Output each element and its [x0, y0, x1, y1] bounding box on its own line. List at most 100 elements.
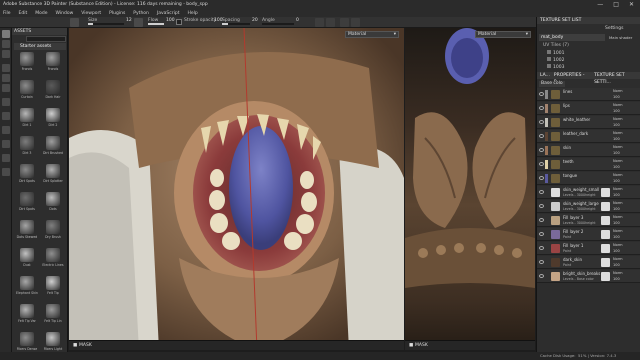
viewport-3d-mode-dropdown[interactable]: Material ▾	[345, 31, 399, 38]
menu-mode[interactable]: Mode	[35, 11, 47, 16]
layer-row[interactable]: teeth Norm 100	[537, 158, 640, 171]
layer-row[interactable]: dark_skin Paint Norm 100	[537, 256, 640, 269]
layer-opacity[interactable]: 100	[613, 109, 620, 113]
asset-thumbnail[interactable]	[46, 108, 60, 122]
eye-icon[interactable]	[539, 232, 544, 236]
layer-mask-thumbnail[interactable]	[601, 188, 610, 197]
layer-blend-mode[interactable]: Norm	[613, 103, 623, 107]
layer-blend-mode[interactable]: Norm	[613, 257, 623, 261]
layer-opacity[interactable]: 100	[613, 221, 620, 225]
layer-row[interactable]: skin_weight_small Levels - 3000height Norm…	[537, 186, 640, 199]
asset-thumbnail[interactable]	[46, 220, 60, 234]
tile-item[interactable]: 1003	[547, 64, 564, 71]
layer-opacity[interactable]: 100	[613, 123, 620, 127]
minimize-button[interactable]: —	[597, 1, 603, 8]
history-icon[interactable]	[2, 168, 10, 176]
layer-row[interactable]: leather_dark Norm 100	[537, 130, 640, 143]
asset-thumbnail[interactable]	[20, 276, 34, 290]
paint-tool-icon[interactable]	[2, 30, 10, 38]
layer-row[interactable]: skin_weight_large Levels - 3000height Norm…	[537, 200, 640, 213]
menu-viewport[interactable]: Viewport	[81, 11, 101, 16]
close-button[interactable]: ✕	[629, 1, 634, 8]
layer-row[interactable]: Fill layer 3 Levels - 3000height Norm 100	[537, 214, 640, 227]
layer-row[interactable]: tongue Norm 100	[537, 172, 640, 185]
maximize-button[interactable]: □	[613, 1, 619, 8]
display-settings-icon[interactable]	[2, 140, 10, 148]
brush-icon[interactable]	[70, 18, 79, 27]
asset-thumbnail[interactable]	[20, 108, 34, 122]
layer-mask-thumbnail[interactable]	[601, 216, 610, 225]
asset-thumbnail[interactable]	[46, 276, 60, 290]
layer-row[interactable]: skin Norm 100	[537, 144, 640, 157]
eye-icon[interactable]	[539, 162, 544, 166]
layer-blend-mode[interactable]: Norm	[613, 131, 623, 135]
layer-row[interactable]: white_leather Norm 100	[537, 116, 640, 129]
channel-dropdown[interactable]: Base colo	[539, 81, 565, 87]
layer-row[interactable]: lips Norm 100	[537, 102, 640, 115]
eye-icon[interactable]	[539, 260, 544, 264]
layer-blend-mode[interactable]: Norm	[613, 229, 623, 233]
layer-blend-mode[interactable]: Norm	[613, 89, 623, 93]
shader-dropdown[interactable]: Main shader	[609, 35, 632, 40]
menu-javascript[interactable]: JavaScript	[157, 11, 180, 16]
angle-value[interactable]: 0	[296, 18, 299, 23]
stroke-opacity-checkbox[interactable]	[176, 19, 182, 25]
layer-blend-mode[interactable]: Norm	[613, 159, 623, 163]
asset-thumbnail[interactable]	[20, 192, 34, 206]
layer-row[interactable]: Fill layer 1 Paint Norm 100	[537, 242, 640, 255]
asset-thumbnail[interactable]	[20, 52, 34, 66]
bake-tool-icon[interactable]	[2, 112, 10, 120]
size-slider[interactable]	[88, 23, 124, 25]
eye-icon[interactable]	[539, 204, 544, 208]
asset-thumbnail[interactable]	[46, 304, 60, 318]
eye-icon[interactable]	[539, 176, 544, 180]
spacing-slider[interactable]	[222, 23, 250, 25]
spacing-value[interactable]: 20	[252, 18, 258, 23]
layer-opacity[interactable]: 100	[613, 277, 620, 281]
layer-opacity[interactable]: 100	[613, 249, 620, 253]
smudge-tool-icon[interactable]	[2, 74, 10, 82]
projection-tool-icon[interactable]	[2, 50, 10, 58]
tile-item[interactable]: 1002	[547, 57, 564, 64]
menu-file[interactable]: File	[3, 11, 11, 16]
tab-texture-set-settings[interactable]: TEXTURE SET SETTI...	[594, 72, 640, 85]
layer-blend-mode[interactable]: Norm	[613, 271, 623, 275]
asset-thumbnail[interactable]	[46, 80, 60, 94]
eye-icon[interactable]	[539, 134, 544, 138]
tab-properties[interactable]: PROPERTIES - P...	[554, 72, 590, 85]
layer-blend-mode[interactable]: Norm	[613, 215, 623, 219]
asset-thumbnail[interactable]	[20, 332, 34, 346]
asset-thumbnail[interactable]	[46, 164, 60, 178]
menu-help[interactable]: Help	[187, 11, 197, 16]
pressure-icon[interactable]	[134, 18, 143, 27]
flow-value[interactable]: 100	[166, 18, 175, 23]
eye-icon[interactable]	[539, 218, 544, 222]
menu-edit[interactable]: Edit	[19, 11, 28, 16]
asset-thumbnail[interactable]	[46, 248, 60, 262]
clone-tool-icon[interactable]	[2, 84, 10, 92]
eye-icon[interactable]	[539, 106, 544, 110]
menu-python[interactable]: Python	[133, 11, 149, 16]
eye-icon[interactable]	[539, 120, 544, 124]
viewport-2d-mode-dropdown[interactable]: Material ▾	[475, 31, 531, 38]
angle-slider[interactable]	[262, 23, 294, 25]
asset-thumbnail[interactable]	[20, 304, 34, 318]
layer-opacity[interactable]: 100	[613, 263, 620, 267]
menu-plugins[interactable]: Plugins	[109, 11, 125, 16]
eye-icon[interactable]	[539, 246, 544, 250]
layer-opacity[interactable]: 100	[613, 165, 620, 169]
eye-icon[interactable]	[539, 92, 544, 96]
asset-thumbnail[interactable]	[46, 136, 60, 150]
asset-thumbnail[interactable]	[20, 136, 34, 150]
picker-tool-icon[interactable]	[2, 98, 10, 106]
viewport-2d[interactable]: Material ▾ ■ MASK	[405, 28, 535, 350]
assets-source[interactable]: Starter assets	[14, 43, 66, 50]
eye-icon[interactable]	[539, 190, 544, 194]
layer-blend-mode[interactable]: Norm	[613, 173, 623, 177]
shader-settings-icon[interactable]	[2, 154, 10, 162]
layer-mask-thumbnail[interactable]	[601, 244, 610, 253]
eye-icon[interactable]	[539, 148, 544, 152]
layer-mask-thumbnail[interactable]	[601, 230, 610, 239]
material-row[interactable]: mat_body	[539, 34, 605, 41]
asset-thumbnail[interactable]	[46, 52, 60, 66]
